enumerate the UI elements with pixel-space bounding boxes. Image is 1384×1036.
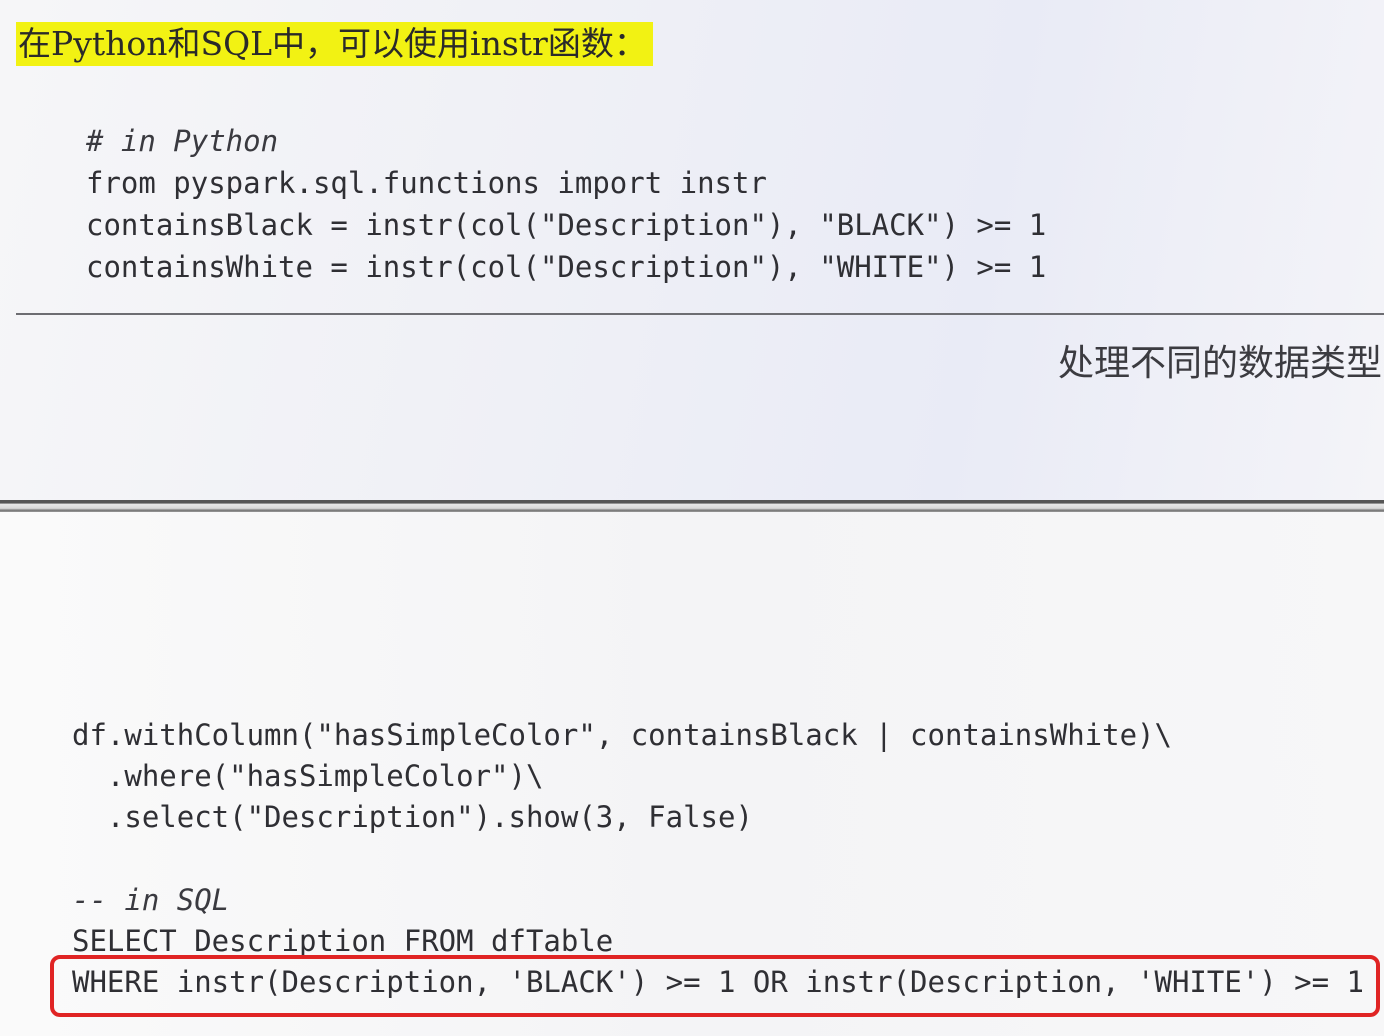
annotation-highlight-box [50, 955, 1380, 1017]
running-section-title: 处理不同的数据类型 [1058, 343, 1383, 384]
dataframe-code-block: df.withColumn("hasSimpleColor", contains… [72, 715, 1172, 838]
python-code-block: # in Python from pyspark.sql.functions im… [86, 120, 1046, 288]
sql-comment: -- in SQL [72, 883, 230, 917]
top-page-panel: 在Python和SQL中，可以使用instr函数： # in Python fro… [0, 0, 1384, 503]
code-line-import: from pyspark.sql.functions import instr [86, 166, 767, 200]
page-splitter [0, 500, 1384, 512]
code-line-contains-black: containsBlack = instr(col("Description")… [86, 208, 1047, 242]
code-line-with-column: df.withColumn("hasSimpleColor", contains… [72, 718, 1172, 752]
code-line-where: .where("hasSimpleColor")\ [72, 759, 544, 793]
intro-highlighted-text: 在Python和SQL中，可以使用instr函数： [16, 22, 653, 66]
section-divider [16, 313, 1384, 315]
code-line-select-show: .select("Description").show(3, False) [72, 800, 753, 834]
code-line-contains-white: containsWhite = instr(col("Description")… [86, 250, 1047, 284]
python-comment: # in Python [86, 124, 279, 158]
